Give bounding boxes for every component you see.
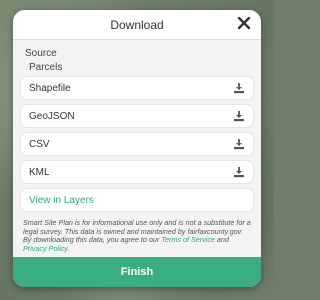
disclaimer-part2: and — [214, 235, 229, 245]
source-label: Source — [25, 48, 57, 59]
terms-of-service-link[interactable]: Terms of Service — [161, 235, 215, 244]
disclaimer-part3: . — [67, 243, 70, 253]
dialog-body: Source Parcels Shapefile GeoJSON CSV KML… — [13, 40, 261, 253]
format-list: Shapefile GeoJSON CSV KML View in Layers — [21, 77, 253, 211]
download-kml-button[interactable]: KML — [21, 161, 253, 183]
download-icon — [234, 167, 244, 178]
format-label: KML — [29, 166, 50, 178]
download-dialog: Download Source Parcels Shapefile GeoJSO… — [13, 10, 261, 287]
view-in-layers-button[interactable]: View in Layers — [21, 189, 253, 211]
privacy-policy-link[interactable]: Privacy Policy — [23, 244, 67, 253]
format-label: Shapefile — [29, 82, 71, 94]
dialog-header: Download — [13, 10, 261, 40]
format-label: CSV — [29, 138, 50, 150]
close-button[interactable] — [236, 15, 252, 31]
close-icon — [237, 16, 251, 30]
disclaimer-text: Smart Site Plan is for informational use… — [23, 218, 251, 253]
download-csv-button[interactable]: CSV — [21, 133, 253, 155]
dialog-title: Download — [110, 17, 164, 32]
download-icon — [234, 83, 244, 94]
source-value: Parcels — [29, 62, 63, 73]
download-icon — [234, 111, 244, 122]
download-icon — [234, 139, 244, 150]
format-label: GeoJSON — [29, 110, 75, 122]
download-geojson-button[interactable]: GeoJSON — [21, 105, 253, 127]
view-in-layers-label: View in Layers — [29, 194, 94, 206]
download-shapefile-button[interactable]: Shapefile — [21, 77, 253, 99]
finish-button[interactable]: Finish — [13, 257, 261, 287]
